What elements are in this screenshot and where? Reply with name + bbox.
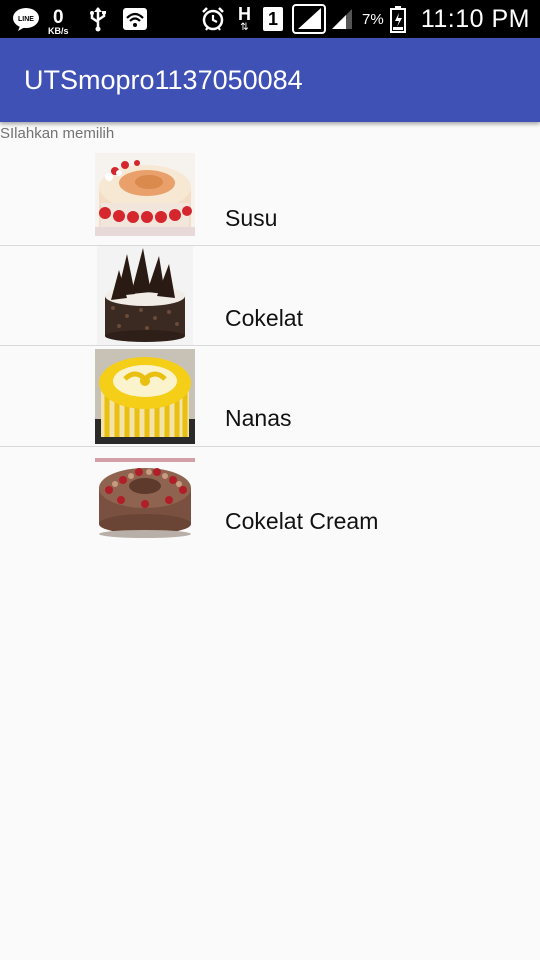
alarm-icon [200,0,226,38]
list-item-label: Cokelat [225,305,303,331]
divider [0,446,540,447]
list-header-text: SIlahkan memilih [0,125,115,142]
app-title: UTSmopro1137050084 [24,65,303,95]
battery-icon [389,0,407,38]
network-speed: 0 KB/s [48,3,69,41]
app-bar: UTSmopro1137050084 [0,38,540,122]
list-item-cokelat[interactable]: Cokelat [0,246,540,346]
signal-strength-2-icon [330,0,354,38]
network-type-indicator: H ⇅ [238,0,251,38]
list-item-label: Susu [225,205,278,231]
line-app-icon: LINE [12,0,40,38]
list-item-label: Nanas [225,405,292,431]
list-item-nanas[interactable]: Nanas [0,347,540,447]
chocolate-cream-cake-image [95,458,195,538]
network-speed-value: 0 [52,7,64,28]
signal-strength-icon [292,0,326,38]
network-type-text: H [238,4,251,24]
sim-slot-number: 1 [263,7,283,31]
wifi-icon [122,0,148,38]
list-item-cokelat-cream[interactable]: Cokelat Cream [0,448,540,548]
milk-cake-image [95,153,195,236]
battery-percent: 7% [362,10,384,28]
sim-indicator: 1 [263,0,283,38]
usb-icon [88,0,108,38]
network-speed-unit: KB/s [48,26,69,36]
chocolate-cake-image [97,246,193,345]
status-bar: LINE 0 KB/s H ⇅ 1 7% 11:10 PM [0,0,540,38]
data-arrows-icon: ⇅ [240,22,249,33]
divider [0,345,540,346]
list-item-susu[interactable]: Susu [0,149,540,249]
list-item-label: Cokelat Cream [225,508,379,534]
svg-text:LINE: LINE [18,16,34,23]
status-time: 11:10 PM [420,4,530,33]
pineapple-cake-image [95,349,195,444]
